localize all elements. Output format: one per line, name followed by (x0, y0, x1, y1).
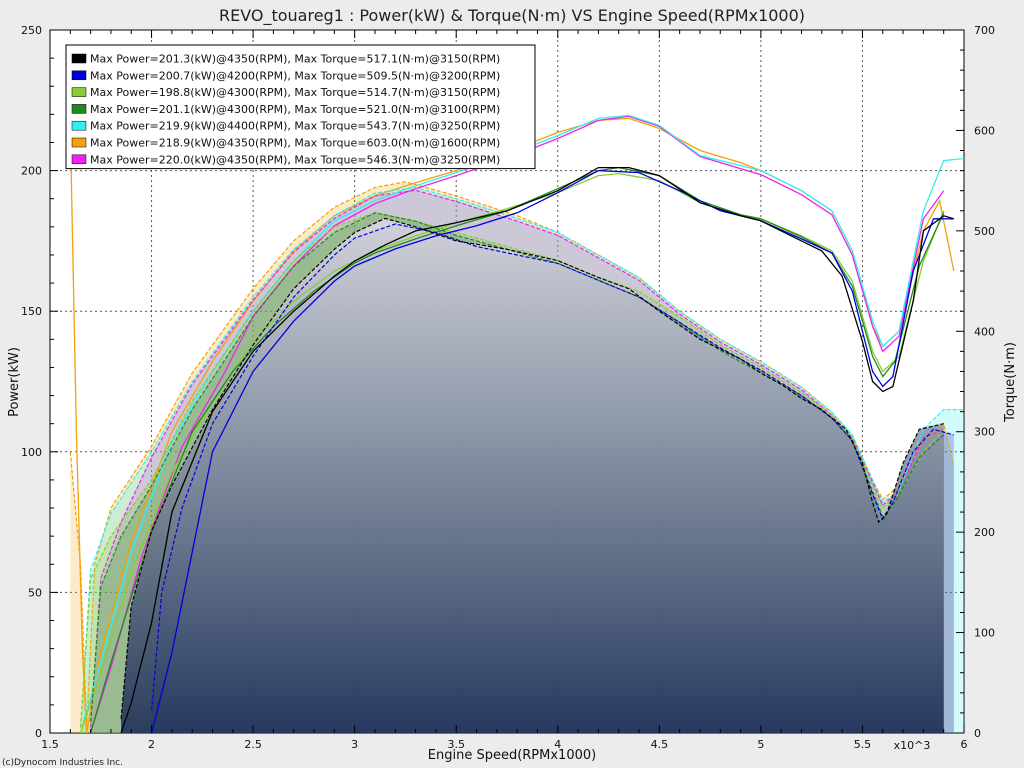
legend-swatch (71, 104, 87, 114)
dyno-chart: 1.5 2 2.5 3 3.5 4 4.5 5 5.5 605010015020025001002… (2, 6, 1018, 768)
x-tick-label: 6 (961, 738, 968, 751)
y2-tick-label: 300 (974, 426, 995, 439)
x-tick-label: 2.5 (244, 738, 262, 751)
y2-tick-label: 500 (974, 225, 995, 238)
y-tick-label: 50 (28, 586, 42, 599)
y2-tick-label: 700 (974, 24, 995, 37)
x-tick-label: 5 (757, 738, 764, 751)
y2-tick-label: 0 (974, 727, 981, 740)
y-tick-label: 200 (21, 165, 42, 178)
x-multiplier-label: x10^3 (894, 739, 931, 752)
x-tick-label: 4.5 (651, 738, 669, 751)
y-tick-label: 100 (21, 446, 42, 459)
y-tick-label: 0 (35, 727, 42, 740)
legend-swatch (71, 120, 87, 131)
x-axis-label: Engine Speed(RPMx1000) (428, 748, 596, 763)
y-tick-label: 250 (21, 24, 42, 37)
legend-swatch (71, 154, 87, 165)
y2-axis-label: Torque(N·m) (1003, 342, 1018, 423)
legend-swatch (71, 137, 87, 148)
legend-swatch (71, 70, 87, 81)
x-tick-label: 5.5 (854, 738, 872, 751)
legend-swatch (71, 53, 87, 64)
legend-entry: Max Power=220.0(kW)@4350(RPM), Max Torqu… (90, 153, 500, 166)
copyright-text: (c)Dynocom Industries Inc. (2, 758, 123, 768)
y2-tick-label: 400 (974, 325, 995, 338)
y2-tick-label: 100 (974, 627, 995, 640)
x-tick-label: 3 (351, 738, 358, 751)
legend-entry: Max Power=219.9(kW)@4400(RPM), Max Torqu… (90, 120, 500, 133)
legend-entry: Max Power=200.7(kW)@4200(RPM), Max Torqu… (90, 69, 500, 82)
legend-entry: Max Power=198.8(kW)@4300(RPM), Max Torqu… (90, 86, 500, 99)
y-axis-label: Power(kW) (7, 347, 22, 417)
x-tick-label: 2 (148, 738, 155, 751)
legend: Max Power=201.3(kW)@4350(RPM), Max Torqu… (65, 44, 536, 170)
legend-entry: Max Power=201.3(kW)@4350(RPM), Max Torqu… (90, 53, 500, 66)
legend-swatch (71, 87, 87, 97)
y2-tick-label: 600 (974, 124, 995, 137)
x-tick-label: 1.5 (41, 738, 59, 751)
legend-entry: Max Power=218.9(kW)@4350(RPM), Max Torqu… (90, 137, 500, 150)
y-tick-label: 150 (21, 305, 42, 318)
legend-entry: Max Power=201.1(kW)@4300(RPM), Max Torqu… (90, 103, 500, 116)
y2-tick-label: 200 (974, 526, 995, 539)
chart-title: REVO_touareg1 : Power(kW) & Torque(N·m) … (219, 6, 805, 26)
